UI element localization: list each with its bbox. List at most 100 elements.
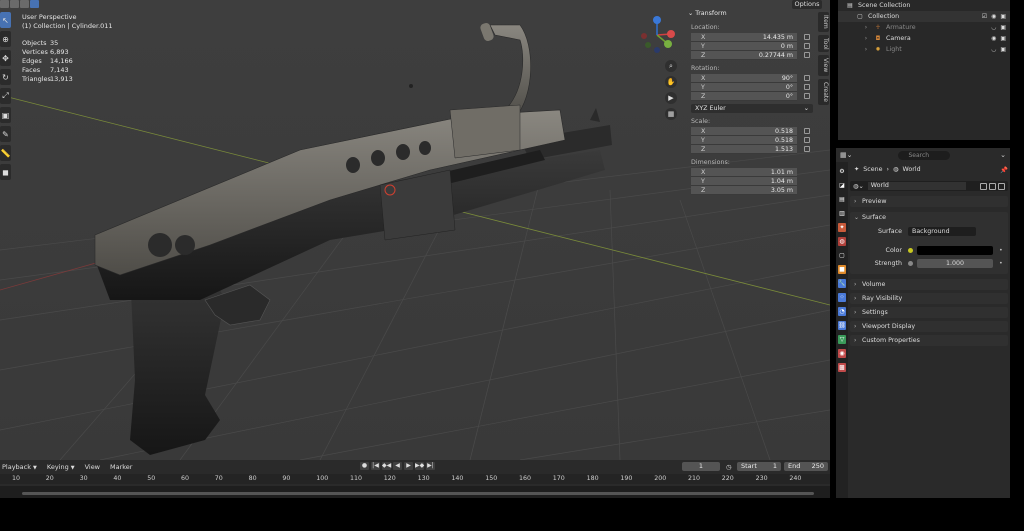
timeline-track[interactable] bbox=[0, 486, 830, 498]
cursor-tool-icon[interactable]: ⊕ bbox=[0, 31, 11, 47]
dimensions-x-field[interactable]: X 1.01 m bbox=[691, 168, 797, 177]
tab-tool[interactable]: Tool bbox=[818, 34, 829, 53]
annotate-tool-icon[interactable]: ✎ bbox=[0, 126, 11, 142]
tool-tab-icon[interactable]: ⚙ bbox=[838, 167, 846, 176]
keyframe-dot-icon[interactable]: • bbox=[999, 260, 1003, 267]
render-tab-icon[interactable]: ◪ bbox=[838, 181, 846, 190]
surface-header[interactable]: ⌄ Surface bbox=[850, 212, 1008, 223]
jump-end-icon[interactable]: ▶| bbox=[426, 462, 435, 470]
lock-icon[interactable] bbox=[804, 43, 810, 49]
camera-render-icon[interactable]: ▣ bbox=[1000, 46, 1006, 53]
data-tab-icon[interactable]: ▽ bbox=[838, 335, 846, 344]
move-tool-icon[interactable]: ✥ bbox=[0, 50, 11, 66]
socket-dot-icon[interactable] bbox=[908, 261, 913, 266]
pin-icon[interactable]: 📌 bbox=[1000, 166, 1008, 174]
world-datablock-field[interactable]: ◍⌄ World bbox=[850, 181, 1008, 191]
location-x-field[interactable]: X 14.435 m bbox=[691, 33, 810, 42]
select-box-icon[interactable] bbox=[0, 0, 9, 8]
panel-custom-properties[interactable]: › Custom Properties bbox=[850, 335, 1008, 346]
scene-tab-icon[interactable]: ✦ bbox=[838, 223, 846, 232]
lock-icon[interactable] bbox=[804, 146, 810, 152]
scale-y-field[interactable]: Y 0.518 bbox=[691, 136, 810, 145]
measure-tool-icon[interactable]: 📏 bbox=[0, 145, 11, 161]
select-tool-icon[interactable]: ↖ bbox=[0, 12, 11, 28]
tab-view[interactable]: View bbox=[818, 55, 829, 76]
texture-tab-icon[interactable]: ▩ bbox=[838, 363, 846, 372]
menu-keying[interactable]: Keying ▼ bbox=[47, 463, 75, 471]
lock-icon[interactable] bbox=[804, 34, 810, 40]
rotation-z-field[interactable]: Z 0° bbox=[691, 92, 810, 101]
strength-field[interactable]: 1.000 bbox=[917, 259, 993, 268]
hide-eye-icon[interactable]: ◡ bbox=[991, 46, 996, 53]
outliner-row-camera[interactable]: › ◘ Camera ◉ ▣ bbox=[838, 33, 1010, 44]
menu-view[interactable]: View bbox=[85, 463, 100, 471]
menu-marker[interactable]: Marker bbox=[110, 463, 132, 471]
duplicate-icon[interactable] bbox=[989, 182, 996, 190]
collection-tab-icon[interactable]: ▢ bbox=[838, 251, 846, 260]
fake-user-shield-icon[interactable] bbox=[980, 182, 987, 190]
lock-icon[interactable] bbox=[804, 137, 810, 143]
clock-icon[interactable]: ◷ bbox=[726, 463, 732, 471]
options-button[interactable]: Options bbox=[792, 0, 822, 9]
navigation-gizmo[interactable] bbox=[636, 14, 678, 56]
view-layer-tab-icon[interactable]: ▥ bbox=[838, 209, 846, 218]
properties-search-input[interactable]: Search bbox=[898, 150, 951, 160]
camera-render-icon[interactable]: ▣ bbox=[1000, 13, 1006, 20]
world-tab-icon[interactable]: ◍ bbox=[838, 237, 846, 246]
current-frame-field[interactable]: 1 bbox=[682, 462, 720, 471]
3d-viewport[interactable]: ↖ ⊕ ✥ ↻ ⤢ ▣ ✎ 📏 ◼ User Perspective (1) C… bbox=[0, 0, 830, 460]
material-tab-icon[interactable]: ◉ bbox=[838, 349, 846, 358]
checkbox-icon[interactable]: ☑ bbox=[982, 13, 987, 20]
chevron-down-icon[interactable]: ⌄ bbox=[1000, 151, 1006, 159]
select-intersect-icon[interactable] bbox=[30, 0, 39, 8]
menu-playback[interactable]: Playback ▼ bbox=[2, 463, 37, 471]
camera-render-icon[interactable]: ▣ bbox=[1000, 35, 1006, 42]
zoom-icon[interactable]: ⌕ bbox=[665, 60, 677, 72]
rotate-tool-icon[interactable]: ↻ bbox=[0, 69, 11, 85]
start-frame-field[interactable]: Start 1 bbox=[737, 462, 781, 471]
prev-keyframe-icon[interactable]: ◆◀ bbox=[382, 462, 391, 470]
lock-icon[interactable] bbox=[804, 52, 810, 58]
surface-shader-field[interactable]: Background bbox=[908, 227, 976, 236]
location-y-field[interactable]: Y 0 m bbox=[691, 42, 810, 51]
end-frame-field[interactable]: End 250 bbox=[784, 462, 828, 471]
rotation-y-field[interactable]: Y 0° bbox=[691, 83, 810, 92]
select-extend-icon[interactable] bbox=[10, 0, 19, 8]
panel-viewport-display[interactable]: › Viewport Display bbox=[850, 321, 1008, 332]
location-z-field[interactable]: Z 0.27744 m bbox=[691, 51, 810, 60]
scale-x-field[interactable]: X 0.518 bbox=[691, 127, 810, 136]
object-tab-icon[interactable]: ■ bbox=[838, 265, 846, 274]
outliner-row-armature[interactable]: › ☥ Armature ◡ ▣ bbox=[838, 22, 1010, 33]
select-subtract-icon[interactable] bbox=[20, 0, 29, 8]
pan-hand-icon[interactable]: ✋ bbox=[665, 76, 677, 88]
world-name-input[interactable]: World bbox=[867, 182, 966, 190]
tab-create[interactable]: Create bbox=[818, 78, 829, 105]
next-keyframe-icon[interactable]: ▶◆ bbox=[415, 462, 424, 470]
color-swatch[interactable] bbox=[917, 246, 993, 255]
camera-view-icon[interactable]: ▶ bbox=[665, 92, 677, 104]
panel-ray-visibility[interactable]: › Ray Visibility bbox=[850, 293, 1008, 304]
transform-header[interactable]: ⌄ Transform bbox=[688, 10, 814, 17]
add-cube-tool-icon[interactable]: ◼ bbox=[0, 164, 11, 180]
rotation-mode-dropdown[interactable]: XYZ Euler ⌄ bbox=[691, 104, 813, 113]
world-icon[interactable]: ◍⌄ bbox=[853, 183, 864, 190]
tab-item[interactable]: Item bbox=[818, 12, 829, 32]
constraints-tab-icon[interactable]: ⛓ bbox=[838, 321, 846, 330]
rotation-x-field[interactable]: X 90° bbox=[691, 74, 810, 83]
keyframe-dot-icon[interactable]: • bbox=[999, 247, 1003, 254]
particles-tab-icon[interactable]: ⁘ bbox=[838, 293, 846, 302]
play-reverse-icon[interactable]: ◀ bbox=[393, 462, 402, 470]
lock-icon[interactable] bbox=[804, 93, 810, 99]
scale-z-field[interactable]: Z 1.513 bbox=[691, 145, 810, 154]
outliner-row-collection[interactable]: ▢ Collection ☑ ◉ ▣ bbox=[838, 11, 1010, 22]
lock-icon[interactable] bbox=[804, 84, 810, 90]
scale-tool-icon[interactable]: ⤢ bbox=[0, 88, 11, 104]
transform-tool-icon[interactable]: ▣ bbox=[0, 107, 11, 123]
unlink-icon[interactable] bbox=[998, 182, 1005, 190]
outliner-row-scene-collection[interactable]: ▤ Scene Collection bbox=[838, 0, 1010, 11]
eye-icon[interactable]: ◉ bbox=[991, 35, 996, 42]
physics-tab-icon[interactable]: ◔ bbox=[838, 307, 846, 316]
lock-icon[interactable] bbox=[804, 128, 810, 134]
panel-settings[interactable]: › Settings bbox=[850, 307, 1008, 318]
frame-ruler[interactable]: 10 20 30 40 50 60 70 80 90 100 110 120 130 140 150 160 1… bbox=[0, 474, 830, 484]
